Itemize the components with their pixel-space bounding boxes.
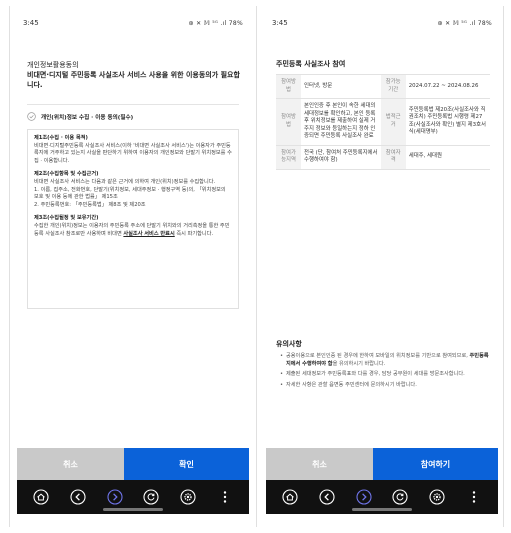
table-key: 참여가능지역 (276, 144, 302, 170)
participation-screen: 3:45 ⊛ ✕ 𝕄 ⁵ᴳ .ıl 78% 주민등록 사실조사 참여 참여방법 … (266, 12, 498, 514)
terms-box[interactable]: 제1조(수집 · 이용 목적) 비대면·디지털주민등록 사실조사 서비스(이하 … (27, 129, 239, 309)
browser-nav-bar (266, 480, 498, 514)
table-value: 2024.07.22 ~ 2024.08.26 (405, 74, 490, 99)
status-bar: 3:45 ⊛ ✕ 𝕄 ⁵ᴳ .ıl 78% (266, 12, 498, 34)
table-value: 세대주, 세대원 (405, 144, 490, 170)
notice-text: 을 유의하시기 바랍니다. (332, 360, 386, 367)
action-bar: 취소 참여하기 (266, 448, 498, 480)
consent-screen: 3:45 ⊛ ✕ 𝕄 ⁵ᴳ .ıl 78% 개인정보활용동의 비대면·디지털 주… (17, 12, 249, 514)
table-key: 참여방법 (276, 98, 302, 146)
notice-text: 공용이용으로 본인인증 된 경우에 한하여 모바일의 위치정보를 기반으로 참여… (286, 353, 470, 359)
gesture-handle (352, 508, 412, 511)
settings-icon[interactable] (427, 487, 447, 507)
browser-nav-bar (17, 480, 249, 514)
status-icons: ⊛ ✕ 𝕄 ⁵ᴳ .ıl 78% (437, 19, 492, 27)
consent-checkbox-label: 개인(위치)정보 수집 · 이용 동의(필수) (41, 114, 134, 121)
status-time: 3:45 (272, 19, 288, 27)
consent-checkbox-row[interactable]: 개인(위치)정보 수집 · 이용 동의(필수) (27, 112, 241, 121)
notice-title: 유의사항 (276, 340, 302, 348)
frame-divider (256, 6, 257, 527)
table-key: 참가능기간 (380, 74, 406, 99)
back-icon[interactable] (317, 487, 337, 507)
table-key: 참여방법 (276, 74, 302, 99)
terms-article-3-text-end: 즉시 파기합니다. (174, 230, 214, 237)
notice-item: 자세한 사항은 관할 읍면동 주민센터에 문의하시기 바랍니다. (280, 382, 490, 390)
consent-title: 개인정보활용동의 (27, 61, 79, 69)
status-icons: ⊛ ✕ 𝕄 ⁵ᴳ .ıl 78% (188, 19, 243, 27)
terms-article-2-item-1: 1. 이름, 집주소, 전화번호, 단말기(위치정보, 세대주정보 · 행정구역… (34, 186, 226, 201)
action-bar: 취소 확인 (17, 448, 249, 480)
table-key: 법적근거 (380, 98, 406, 146)
consent-header: 개인정보활용동의 비대면·디지털 주민등록 사실조사 서비스 사용을 위한 이용… (27, 60, 241, 90)
cancel-button[interactable]: 취소 (266, 448, 373, 480)
terms-article-2-item-2: 2. 주민등록번호: 「주민등록법」 제8조 및 제20조 (34, 201, 146, 208)
refresh-icon[interactable] (390, 487, 410, 507)
divider (27, 104, 239, 105)
terms-article-3-text: 수집한 개인(위치)정보는 이용자의 주민등록 주소에 단말기 위치와의 거리측… (34, 223, 232, 238)
status-bar: 3:45 ⊛ ✕ 𝕄 ⁵ᴳ .ıl 78% (17, 12, 249, 34)
more-icon[interactable] (215, 487, 235, 507)
settings-icon[interactable] (178, 487, 198, 507)
gesture-handle (103, 508, 163, 511)
back-icon[interactable] (68, 487, 88, 507)
table-key: 참여자격 (380, 144, 406, 170)
home-icon[interactable] (31, 487, 51, 507)
terms-article-3-emphasis: 사실조사 서비스 만료시 (123, 230, 175, 237)
terms-article-2-text: 비대면 사실조사 서비스는 다음과 같은 근거에 의하여 개인(위치)정보를 수… (34, 178, 216, 185)
status-time: 3:45 (23, 19, 39, 27)
info-table: 참여방법 인터넷, 방문 참가능기간 2024.07.22 ~ 2024.08.… (276, 74, 490, 170)
consent-description: 비대면·디지털 주민등록 사실조사 서비스 사용을 위한 이용동의가 필요합니다… (27, 71, 240, 89)
table-row: 참여가능지역 전국 (단, 참여처 주민등록지에서 수행하여야 함) 참여자격 … (276, 144, 490, 170)
forward-icon[interactable] (354, 487, 374, 507)
terms-article-1-title: 제1조(수집 · 이용 목적) (34, 135, 88, 141)
notice-item: 공용이용으로 본인인증 된 경우에 한하여 모바일의 위치정보를 기반으로 참여… (280, 353, 490, 368)
refresh-icon[interactable] (141, 487, 161, 507)
more-icon[interactable] (464, 487, 484, 507)
confirm-button[interactable]: 확인 (123, 448, 249, 480)
frame-left-edge (9, 6, 10, 527)
check-circle-icon[interactable] (27, 112, 36, 121)
cancel-button[interactable]: 취소 (17, 448, 124, 480)
section-title: 주민등록 사실조사 참여 (276, 60, 346, 68)
notice-item: 제출된 세대정보가 주민등록표와 다를 경우, 담당 공무원이 세대를 방문조사… (280, 371, 490, 379)
frame-right-edge (503, 6, 504, 527)
notice-list: 공용이용으로 본인인증 된 경우에 한하여 모바일의 위치정보를 기반으로 참여… (276, 353, 490, 392)
table-value: 전국 (단, 참여처 주민등록지에서 수행하여야 함) (301, 144, 381, 170)
table-value: 주민등록법 제20조(사실조사와 직권조치) 주민등록법 시행령 제27조(사실… (405, 98, 490, 146)
forward-icon[interactable] (105, 487, 125, 507)
table-value: 인터넷, 방문 (301, 74, 381, 99)
terms-article-1-text: 비대면·디지털주민등록 사실조사 서비스(이하 '비대면 사실조사 서비스')는… (34, 142, 232, 164)
terms-article-2-title: 제2조(수집항목 및 수집근거) (34, 171, 99, 178)
table-row: 참여방법 인터넷, 방문 참가능기간 2024.07.22 ~ 2024.08.… (276, 74, 490, 99)
participate-button[interactable]: 참여하기 (372, 448, 498, 480)
table-row: 참여방법 본인인증 후 본인이 속한 세대의 세대정보를 확인하고, 본인 등록… (276, 98, 490, 146)
terms-article-3-title: 제3조(수집될정 및 보유기간) (34, 215, 99, 222)
home-icon[interactable] (280, 487, 300, 507)
table-value: 본인인증 후 본인이 속한 세대의 세대정보를 확인하고, 본인 등록 후 위치… (301, 98, 381, 146)
